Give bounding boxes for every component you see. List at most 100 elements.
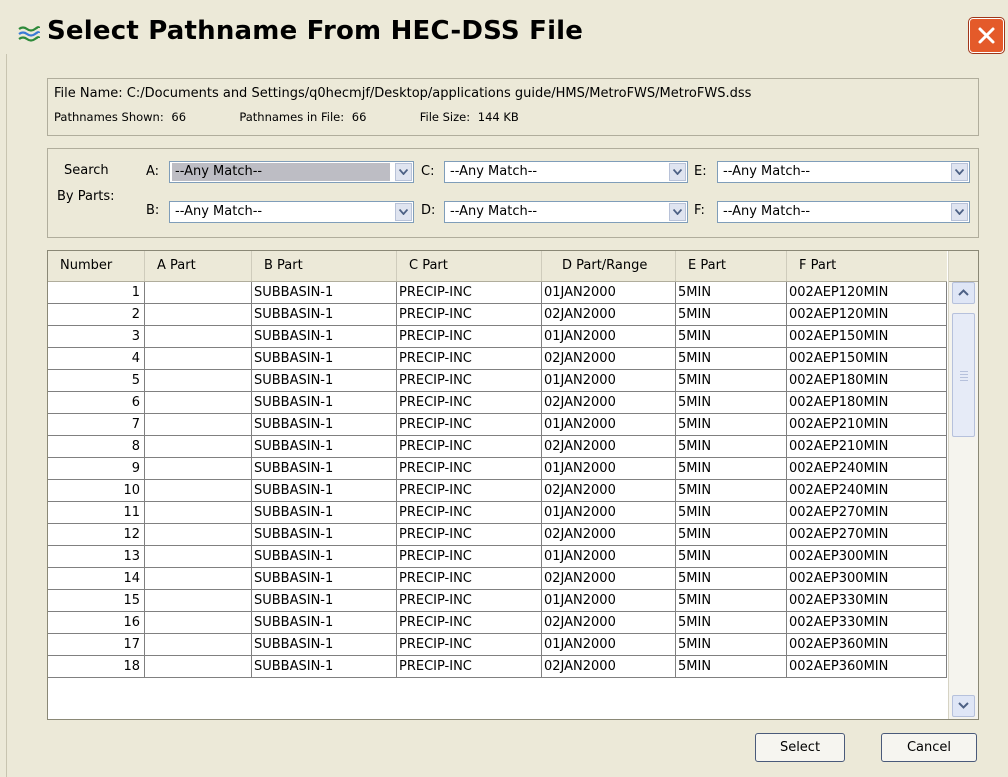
- cell-f-part[interactable]: 002AEP270MIN: [787, 502, 947, 524]
- cell-e-part[interactable]: 5MIN: [676, 612, 787, 634]
- cell-d-part[interactable]: 01JAN2000: [542, 458, 676, 480]
- cell-f-part[interactable]: 002AEP330MIN: [787, 612, 947, 634]
- cell-b-part[interactable]: SUBBASIN-1: [252, 656, 397, 678]
- cell-d-part[interactable]: 01JAN2000: [542, 546, 676, 568]
- cell-e-part[interactable]: 5MIN: [676, 656, 787, 678]
- table-row[interactable]: 12 SUBBASIN-1 PRECIP-INC 02JAN2000 5MIN 002AE…: [48, 524, 947, 546]
- cell-e-part[interactable]: 5MIN: [676, 392, 787, 414]
- cell-c-part[interactable]: PRECIP-INC: [397, 348, 542, 370]
- cell-c-part[interactable]: PRECIP-INC: [397, 634, 542, 656]
- cell-f-part[interactable]: 002AEP180MIN: [787, 392, 947, 414]
- cell-f-part[interactable]: 002AEP360MIN: [787, 656, 947, 678]
- chevron-down-icon[interactable]: [395, 163, 412, 181]
- cell-e-part[interactable]: 5MIN: [676, 590, 787, 612]
- chevron-down-icon[interactable]: [669, 203, 686, 221]
- chevron-down-icon[interactable]: [669, 163, 686, 181]
- cell-e-part[interactable]: 5MIN: [676, 348, 787, 370]
- cell-a-part[interactable]: [145, 348, 252, 370]
- cell-e-part[interactable]: 5MIN: [676, 458, 787, 480]
- part-c-select[interactable]: --Any Match--: [444, 161, 688, 183]
- chevron-down-icon[interactable]: [951, 163, 968, 181]
- cell-d-part[interactable]: 01JAN2000: [542, 414, 676, 436]
- cell-d-part[interactable]: 02JAN2000: [542, 348, 676, 370]
- cell-d-part[interactable]: 01JAN2000: [542, 590, 676, 612]
- scroll-down-icon[interactable]: [952, 695, 975, 717]
- table-row[interactable]: 10 SUBBASIN-1 PRECIP-INC 02JAN2000 5MIN 002AE…: [48, 480, 947, 502]
- cell-e-part[interactable]: 5MIN: [676, 568, 787, 590]
- cell-number[interactable]: 18: [48, 656, 145, 678]
- table-row[interactable]: 16 SUBBASIN-1 PRECIP-INC 02JAN2000 5MIN 002AE…: [48, 612, 947, 634]
- part-b-select[interactable]: --Any Match--: [169, 201, 414, 223]
- cell-a-part[interactable]: [145, 568, 252, 590]
- table-row[interactable]: 14 SUBBASIN-1 PRECIP-INC 02JAN2000 5MIN 002AE…: [48, 568, 947, 590]
- part-d-select[interactable]: --Any Match--: [444, 201, 688, 223]
- cell-number[interactable]: 2: [48, 304, 145, 326]
- table-row[interactable]: 3 SUBBASIN-1 PRECIP-INC 01JAN2000 5MIN 002AEP…: [48, 326, 947, 348]
- cell-d-part[interactable]: 02JAN2000: [542, 524, 676, 546]
- cell-f-part[interactable]: 002AEP150MIN: [787, 348, 947, 370]
- close-icon[interactable]: [969, 18, 1004, 53]
- column-header-d-part[interactable]: D Part/Range: [542, 251, 676, 281]
- cell-c-part[interactable]: PRECIP-INC: [397, 502, 542, 524]
- cell-a-part[interactable]: [145, 458, 252, 480]
- cell-c-part[interactable]: PRECIP-INC: [397, 546, 542, 568]
- cancel-button[interactable]: Cancel: [881, 733, 977, 762]
- cell-b-part[interactable]: SUBBASIN-1: [252, 370, 397, 392]
- cell-c-part[interactable]: PRECIP-INC: [397, 414, 542, 436]
- cell-d-part[interactable]: 02JAN2000: [542, 392, 676, 414]
- cell-e-part[interactable]: 5MIN: [676, 546, 787, 568]
- cell-a-part[interactable]: [145, 656, 252, 678]
- cell-c-part[interactable]: PRECIP-INC: [397, 370, 542, 392]
- cell-e-part[interactable]: 5MIN: [676, 370, 787, 392]
- cell-number[interactable]: 3: [48, 326, 145, 348]
- cell-d-part[interactable]: 02JAN2000: [542, 656, 676, 678]
- cell-a-part[interactable]: [145, 590, 252, 612]
- column-header-c-part[interactable]: C Part: [397, 251, 542, 281]
- cell-f-part[interactable]: 002AEP330MIN: [787, 590, 947, 612]
- select-button[interactable]: Select: [755, 733, 845, 762]
- cell-f-part[interactable]: 002AEP210MIN: [787, 414, 947, 436]
- cell-d-part[interactable]: 02JAN2000: [542, 612, 676, 634]
- cell-a-part[interactable]: [145, 326, 252, 348]
- cell-d-part[interactable]: 01JAN2000: [542, 282, 676, 304]
- table-row[interactable]: 7 SUBBASIN-1 PRECIP-INC 01JAN2000 5MIN 002AEP…: [48, 414, 947, 436]
- table-row[interactable]: 15 SUBBASIN-1 PRECIP-INC 01JAN2000 5MIN 002AE…: [48, 590, 947, 612]
- title-bar[interactable]: Select Pathname From HEC-DSS File: [0, 0, 1008, 54]
- cell-f-part[interactable]: 002AEP210MIN: [787, 436, 947, 458]
- cell-b-part[interactable]: SUBBASIN-1: [252, 458, 397, 480]
- cell-b-part[interactable]: SUBBASIN-1: [252, 348, 397, 370]
- table-row[interactable]: 4 SUBBASIN-1 PRECIP-INC 02JAN2000 5MIN 002AEP…: [48, 348, 947, 370]
- cell-c-part[interactable]: PRECIP-INC: [397, 656, 542, 678]
- cell-d-part[interactable]: 02JAN2000: [542, 436, 676, 458]
- chevron-down-icon[interactable]: [395, 203, 412, 221]
- table-row[interactable]: 13 SUBBASIN-1 PRECIP-INC 01JAN2000 5MIN 002AE…: [48, 546, 947, 568]
- cell-number[interactable]: 1: [48, 282, 145, 304]
- cell-a-part[interactable]: [145, 634, 252, 656]
- table-row[interactable]: 8 SUBBASIN-1 PRECIP-INC 02JAN2000 5MIN 002AEP…: [48, 436, 947, 458]
- table-row[interactable]: 6 SUBBASIN-1 PRECIP-INC 02JAN2000 5MIN 002AEP…: [48, 392, 947, 414]
- cell-c-part[interactable]: PRECIP-INC: [397, 568, 542, 590]
- table-row[interactable]: 18 SUBBASIN-1 PRECIP-INC 02JAN2000 5MIN 002AE…: [48, 656, 947, 678]
- table-row[interactable]: 5 SUBBASIN-1 PRECIP-INC 01JAN2000 5MIN 002AEP…: [48, 370, 947, 392]
- cell-number[interactable]: 7: [48, 414, 145, 436]
- cell-c-part[interactable]: PRECIP-INC: [397, 480, 542, 502]
- cell-d-part[interactable]: 01JAN2000: [542, 502, 676, 524]
- cell-e-part[interactable]: 5MIN: [676, 282, 787, 304]
- cell-e-part[interactable]: 5MIN: [676, 414, 787, 436]
- cell-c-part[interactable]: PRECIP-INC: [397, 436, 542, 458]
- cell-a-part[interactable]: [145, 502, 252, 524]
- vertical-scrollbar[interactable]: [948, 251, 978, 719]
- cell-number[interactable]: 10: [48, 480, 145, 502]
- cell-a-part[interactable]: [145, 370, 252, 392]
- cell-e-part[interactable]: 5MIN: [676, 634, 787, 656]
- cell-e-part[interactable]: 5MIN: [676, 304, 787, 326]
- table-row[interactable]: 11 SUBBASIN-1 PRECIP-INC 01JAN2000 5MIN 002AE…: [48, 502, 947, 524]
- cell-number[interactable]: 17: [48, 634, 145, 656]
- table-row[interactable]: 2 SUBBASIN-1 PRECIP-INC 02JAN2000 5MIN 002AEP…: [48, 304, 947, 326]
- cell-d-part[interactable]: 01JAN2000: [542, 370, 676, 392]
- cell-c-part[interactable]: PRECIP-INC: [397, 326, 542, 348]
- cell-c-part[interactable]: PRECIP-INC: [397, 458, 542, 480]
- cell-f-part[interactable]: 002AEP240MIN: [787, 480, 947, 502]
- cell-f-part[interactable]: 002AEP240MIN: [787, 458, 947, 480]
- cell-number[interactable]: 15: [48, 590, 145, 612]
